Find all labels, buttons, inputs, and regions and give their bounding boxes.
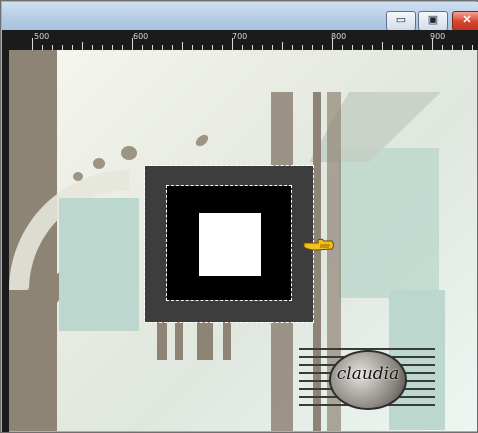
maximize-icon: ▣ [427,14,439,26]
ruler-tick [82,42,83,50]
ruler-tick [232,38,233,50]
ruler-label: 800 [331,32,347,41]
ruler-tick [132,38,133,50]
decor-dot [193,132,211,149]
ruler-label: 700 [232,32,248,41]
horizontal-ruler[interactable]: 500 600 700 800 900 [2,30,478,50]
vertical-bar [223,320,231,360]
vertical-bar [197,320,213,360]
minimize-icon: ▭ [395,14,407,26]
pointing-hand-icon [303,238,334,251]
vertical-bar [157,320,167,360]
ruler-tick [432,38,433,50]
ruler-tick [32,38,33,50]
vertical-ruler[interactable] [2,50,9,432]
close-button[interactable]: ✕ [452,11,478,31]
ruler-tick [282,42,283,50]
decor-dot [93,158,105,169]
minimize-button[interactable]: ▭ [386,11,416,31]
mint-block [59,198,139,331]
decor-dot [73,172,83,181]
ruler-tick [182,42,183,50]
decor-dot [121,146,137,160]
ruler-label: 500 [34,32,50,41]
watermark: claudia [299,346,435,410]
watermark-text: claudia [336,364,400,384]
image-window: ▭ ▣ ✕ 500 600 700 800 900 claudia [0,0,478,433]
image-canvas[interactable]: claudia [9,50,477,431]
close-icon: ✕ [462,14,472,26]
ruler-tick [332,38,333,50]
vertical-bar [175,320,183,360]
ruler-tick [382,42,383,50]
selection-core-square [199,213,261,276]
ruler-label: 600 [133,32,149,41]
window-titlebar[interactable]: ▭ ▣ ✕ [2,2,478,31]
maximize-button[interactable]: ▣ [418,11,448,31]
